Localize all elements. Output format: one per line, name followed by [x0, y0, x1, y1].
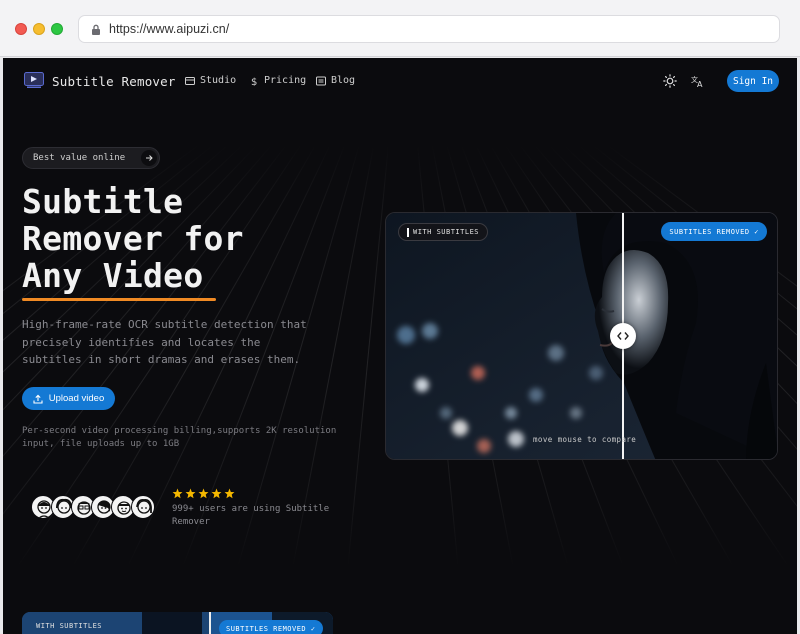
brand-name[interactable]: Subtitle Remover [52, 74, 176, 89]
upload-video-button[interactable]: Upload video [22, 387, 115, 410]
nav-link-label: Pricing [264, 75, 307, 86]
nav-link-blog[interactable]: Blog [316, 75, 355, 86]
url-text: https://www.aipuzi.cn/ [109, 22, 230, 36]
rating-stars [172, 488, 235, 499]
hero-title-line-3: Any Video [22, 256, 204, 295]
upload-label: Upload video [48, 393, 105, 404]
example-preview-card[interactable]: WITH SUBTITLES SUBTITLES REMOVED ✓ [22, 612, 333, 634]
with-subtitles-label: WITH SUBTITLES [413, 228, 480, 236]
arrow-right-icon [141, 150, 157, 166]
star-icon [172, 488, 183, 499]
hero-title-line-1: Subtitle [22, 182, 184, 221]
compare-hint: move mouse to compare [533, 435, 637, 444]
sun-icon[interactable] [663, 74, 677, 88]
svg-text:$: $ [251, 77, 257, 86]
upload-icon [33, 394, 43, 404]
nav-link-label: Blog [331, 75, 356, 86]
star-icon [185, 488, 196, 499]
dollar-icon: $ [251, 77, 257, 86]
hero-title-line-2: Remover for [22, 219, 244, 258]
subtitles-removed-tag: SUBTITLES REMOVED ✓ [661, 222, 767, 241]
nav-link-pricing[interactable]: $ Pricing [249, 75, 306, 86]
sample-video-frame [386, 213, 777, 459]
page-viewport: Subtitle Remover Studio $ Pricing Blog 文… [3, 58, 797, 634]
preview-divider [209, 612, 211, 634]
translate-icon[interactable]: 文 A [691, 74, 705, 88]
badge-text: Best value online [33, 153, 126, 163]
compare-slider-handle[interactable] [610, 323, 636, 349]
star-icon [198, 488, 209, 499]
preview-subtitles-removed-tag: SUBTITLES REMOVED ✓ [219, 620, 323, 634]
lock-icon [92, 24, 100, 35]
logo-icon [24, 72, 44, 88]
close-window-button[interactable] [15, 23, 27, 35]
user-avatars [31, 495, 161, 519]
nav-link-studio[interactable]: Studio [185, 75, 236, 86]
title-underline [22, 298, 216, 301]
sign-in-button[interactable]: Sign In [727, 70, 779, 92]
hero-title: Subtitle Remover for Any Video [22, 183, 244, 294]
top-navbar: Subtitle Remover Studio $ Pricing Blog 文… [3, 58, 797, 106]
minimize-window-button[interactable] [33, 23, 45, 35]
pricing-note: Per-second video processing billing,supp… [22, 426, 337, 449]
studio-icon [185, 76, 195, 85]
preview-with-subtitles-tag: WITH SUBTITLES [36, 622, 103, 630]
with-subtitles-tag: WITH SUBTITLES [398, 223, 489, 241]
svg-text:A: A [697, 80, 703, 88]
avatar [131, 495, 155, 519]
before-after-compare[interactable]: WITH SUBTITLES SUBTITLES REMOVED ✓ move … [385, 212, 778, 460]
chevrons-left-right-icon [617, 332, 629, 340]
blog-icon [316, 76, 326, 85]
hero-description: High-frame-rate OCR subtitle detection t… [22, 318, 307, 366]
nav-link-label: Studio [200, 75, 237, 86]
best-value-badge[interactable]: Best value online [22, 147, 160, 169]
star-icon [211, 488, 222, 499]
star-icon [224, 488, 235, 499]
maximize-window-button[interactable] [51, 23, 63, 35]
address-bar[interactable]: https://www.aipuzi.cn/ [78, 15, 780, 43]
browser-toolbar: https://www.aipuzi.cn/ [0, 0, 800, 57]
users-count-text: 999+ users are using Subtitle Remover [172, 504, 330, 527]
